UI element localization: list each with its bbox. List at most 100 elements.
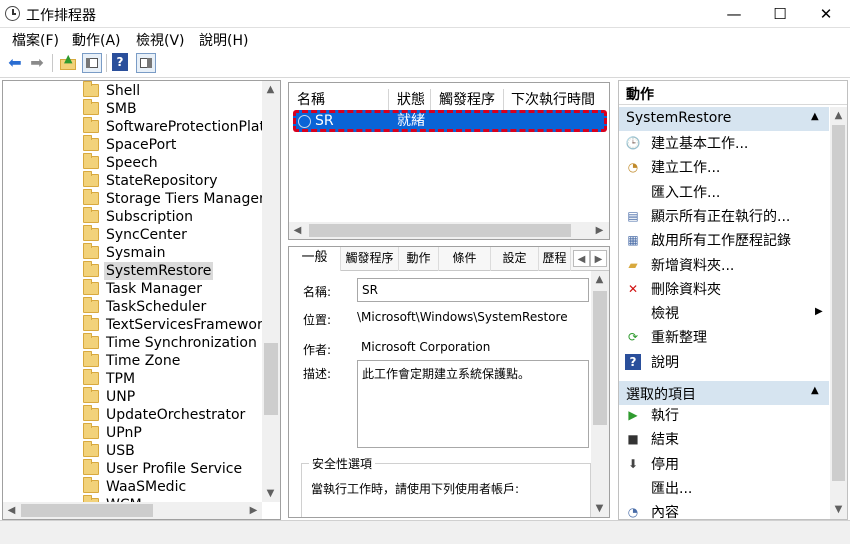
show-hide-tree-icon[interactable] — [82, 53, 102, 73]
forward-icon[interactable]: ➡ — [27, 53, 47, 73]
section-systemrestore[interactable]: SystemRestore ▲ — [619, 107, 829, 131]
tab-actions[interactable]: 動作 — [399, 247, 439, 271]
scroll-up-icon[interactable]: ▲ — [830, 107, 847, 124]
action-item[interactable]: 匯入工作... — [625, 180, 829, 204]
folder-icon — [83, 261, 99, 277]
folder-icon — [83, 459, 99, 475]
tree-item-label: Task Manager — [106, 281, 203, 297]
task-status: 就緒 — [397, 113, 425, 129]
scroll-up-icon[interactable]: ▲ — [262, 81, 279, 98]
section-systemrestore-label: SystemRestore — [626, 110, 732, 126]
tree-horizontal-scrollbar[interactable]: ◀ ▶ — [3, 502, 262, 519]
action-item-label: 顯示所有正在執行的... — [651, 208, 791, 225]
toolbar-separator — [52, 54, 53, 72]
section-selected-item[interactable]: 選取的項目 ▲ — [619, 381, 829, 405]
task-scheduler-clock-icon — [5, 6, 20, 21]
scroll-right-icon[interactable]: ▶ — [245, 502, 262, 519]
action-item[interactable]: ⬇ 停用 — [625, 452, 829, 476]
actions-vertical-scrollbar[interactable]: ▲ ▼ — [830, 107, 847, 519]
scroll-right-icon[interactable]: ▶ — [591, 222, 608, 239]
menu-file[interactable]: 檔案(F) — [12, 30, 59, 50]
maximize-button[interactable]: ☐ — [757, 0, 803, 28]
action-item[interactable]: ▰ 新增資料夾... — [625, 253, 829, 277]
action-item[interactable]: 匯出... — [625, 476, 829, 500]
help-icon[interactable]: ? — [112, 53, 128, 71]
tab-general[interactable]: 一般 — [289, 247, 341, 271]
close-button[interactable]: ✕ — [803, 0, 849, 28]
tree-item-label: StateRepository — [106, 173, 218, 189]
tab-settings[interactable]: 設定 — [491, 247, 539, 271]
collapse-icon[interactable]: ▲ — [811, 385, 819, 396]
action-item[interactable]: 檢視 ▶ — [625, 301, 829, 325]
menu-action[interactable]: 動作(A) — [72, 30, 121, 50]
column-status[interactable]: 狀態 — [397, 89, 425, 109]
folder-icon — [83, 99, 99, 115]
folder-icon — [83, 81, 99, 97]
folder-icon — [83, 315, 99, 331]
task-row-sr[interactable]: SR 就緒 — [293, 110, 607, 132]
scroll-up-icon[interactable]: ▲ — [591, 271, 608, 288]
delete-icon: ✕ — [627, 281, 639, 296]
description-field[interactable]: 此工作會定期建立系統保護點。 — [357, 360, 589, 448]
back-icon[interactable]: ⬅ — [5, 53, 25, 73]
description-label: 描述: — [303, 367, 332, 381]
column-next-run-time[interactable]: 下次執行時間 — [511, 89, 595, 109]
action-item[interactable]: ◔ 建立工作... — [625, 155, 829, 179]
column-name[interactable]: 名稱 — [297, 89, 325, 109]
tab-scroll-right-icon[interactable]: ▶ — [590, 250, 607, 267]
scroll-down-icon[interactable]: ▼ — [262, 485, 279, 502]
tab-scroll-left-icon[interactable]: ◀ — [573, 250, 590, 267]
tab-conditions[interactable]: 條件 — [439, 247, 491, 271]
action-item-label: 說明 — [651, 354, 679, 371]
menu-view[interactable]: 檢視(V) — [136, 30, 185, 50]
folder-icon — [83, 243, 99, 259]
tab-triggers[interactable]: 觸發程序 — [341, 247, 399, 271]
action-item-label: 啟用所有工作歷程記錄 — [651, 233, 791, 250]
minimize-button[interactable]: — — [711, 0, 757, 28]
actions-header: 動作 — [619, 81, 847, 105]
tree-hscroll-thumb[interactable] — [21, 504, 153, 517]
scroll-down-icon[interactable]: ▼ — [591, 500, 608, 517]
action-item[interactable]: ? 說明 — [625, 350, 829, 374]
folder-icon — [83, 279, 99, 295]
scroll-left-icon[interactable]: ◀ — [3, 502, 20, 519]
folder-icon — [83, 117, 99, 133]
run-icon: ▶ — [628, 408, 638, 422]
task-list-header: 名稱 狀態 觸發程序 下次執行時間 — [289, 89, 609, 111]
scroll-down-icon[interactable]: ▼ — [830, 501, 847, 518]
show-hide-action-icon[interactable] — [136, 53, 156, 73]
tree-vertical-scrollbar[interactable]: ▲ ▼ — [262, 81, 280, 502]
history-icon: ▦ — [627, 233, 639, 248]
tasklist-hscroll-thumb[interactable] — [309, 224, 571, 237]
detail-vertical-scrollbar[interactable]: ▲ ▼ — [591, 271, 609, 517]
action-item[interactable]: ▶ 執行 — [625, 403, 829, 427]
action-item[interactable]: 🕒 建立基本工作... — [625, 131, 829, 155]
scroll-left-icon[interactable]: ◀ — [289, 222, 306, 239]
column-triggers[interactable]: 觸發程序 — [439, 89, 495, 109]
task-list-pane: 名稱 狀態 觸發程序 下次執行時間 SR 就緒 ◀ ▶ — [288, 82, 610, 240]
security-options-title: 安全性選項 — [309, 455, 376, 472]
action-item[interactable]: ■ 結束 — [625, 427, 829, 451]
menu-help[interactable]: 說明(H) — [199, 30, 248, 50]
toolbar-separator — [106, 54, 107, 72]
name-field[interactable]: SR — [357, 278, 589, 302]
menu-bar: 檔案(F) 動作(A) 檢視(V) 說明(H) — [0, 28, 850, 50]
up-folder-icon[interactable]: ▲ — [58, 53, 78, 73]
tasklist-horizontal-scrollbar[interactable]: ◀ ▶ — [289, 222, 609, 239]
tree-item-label: Time Zone — [106, 353, 181, 369]
action-item-label: 新增資料夾... — [651, 257, 735, 274]
action-item[interactable]: ⟳ 重新整理 — [625, 325, 829, 349]
collapse-icon[interactable]: ▲ — [811, 111, 819, 122]
tab-history[interactable]: 歷程 — [539, 247, 571, 271]
actions-vscroll-thumb[interactable] — [832, 125, 845, 481]
action-item[interactable]: ▤ 顯示所有正在執行的... — [625, 204, 829, 228]
folder-icon — [83, 297, 99, 313]
action-item[interactable]: ◔ 內容 — [625, 500, 829, 519]
detail-vscroll-thumb[interactable] — [593, 291, 607, 425]
action-item[interactable]: ✕ 刪除資料夾 — [625, 277, 829, 301]
task-detail-pane: 一般 觸發程序 動作 條件 設定 歷程 ◀ ▶ 名稱: SR 位置: \Micr… — [288, 246, 610, 518]
location-label: 位置: — [303, 313, 332, 327]
action-item[interactable]: ▦ 啟用所有工作歷程記錄 — [625, 228, 829, 252]
tree-vscroll-thumb[interactable] — [264, 343, 278, 415]
name-label: 名稱: — [303, 285, 332, 299]
